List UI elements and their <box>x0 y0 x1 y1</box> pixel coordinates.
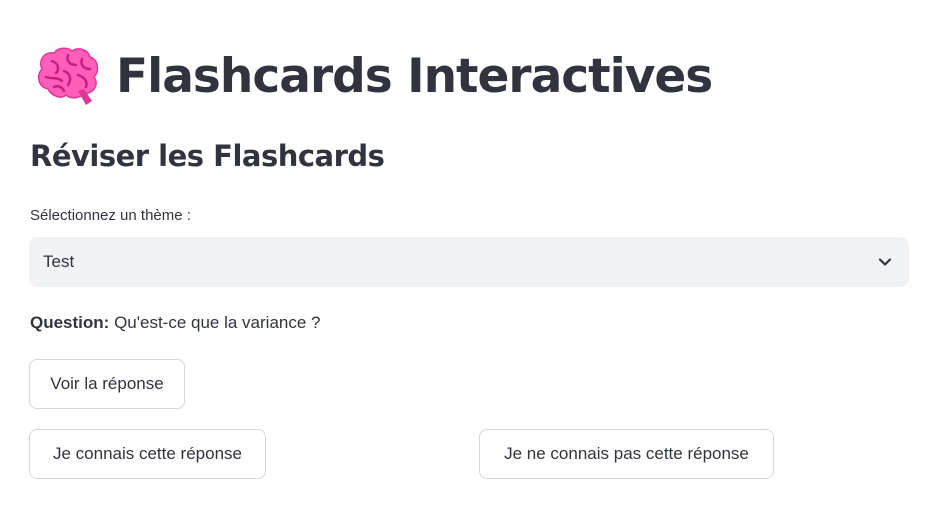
section-title: Réviser les Flashcards <box>30 139 385 173</box>
theme-select-value: Test <box>43 252 75 271</box>
question-label: Question: <box>30 313 110 332</box>
brain-icon <box>37 47 99 105</box>
show-answer-button[interactable]: Voir la réponse <box>29 359 185 409</box>
theme-select[interactable]: Test <box>29 237 909 287</box>
app-page: Flashcards Interactives Réviser les Flas… <box>0 0 938 522</box>
question-text: Question: Qu'est-ce que la variance ? <box>30 313 320 333</box>
chevron-down-icon <box>878 258 892 266</box>
question-content: Qu'est-ce que la variance ? <box>109 313 321 332</box>
theme-select-label: Sélectionnez un thème : <box>30 207 191 224</box>
title-row: Flashcards Interactives <box>34 44 713 108</box>
page-title: Flashcards Interactives <box>116 48 713 104</box>
dont-know-answer-button[interactable]: Je ne connais pas cette réponse <box>479 429 774 479</box>
know-answer-button[interactable]: Je connais cette réponse <box>29 429 266 479</box>
